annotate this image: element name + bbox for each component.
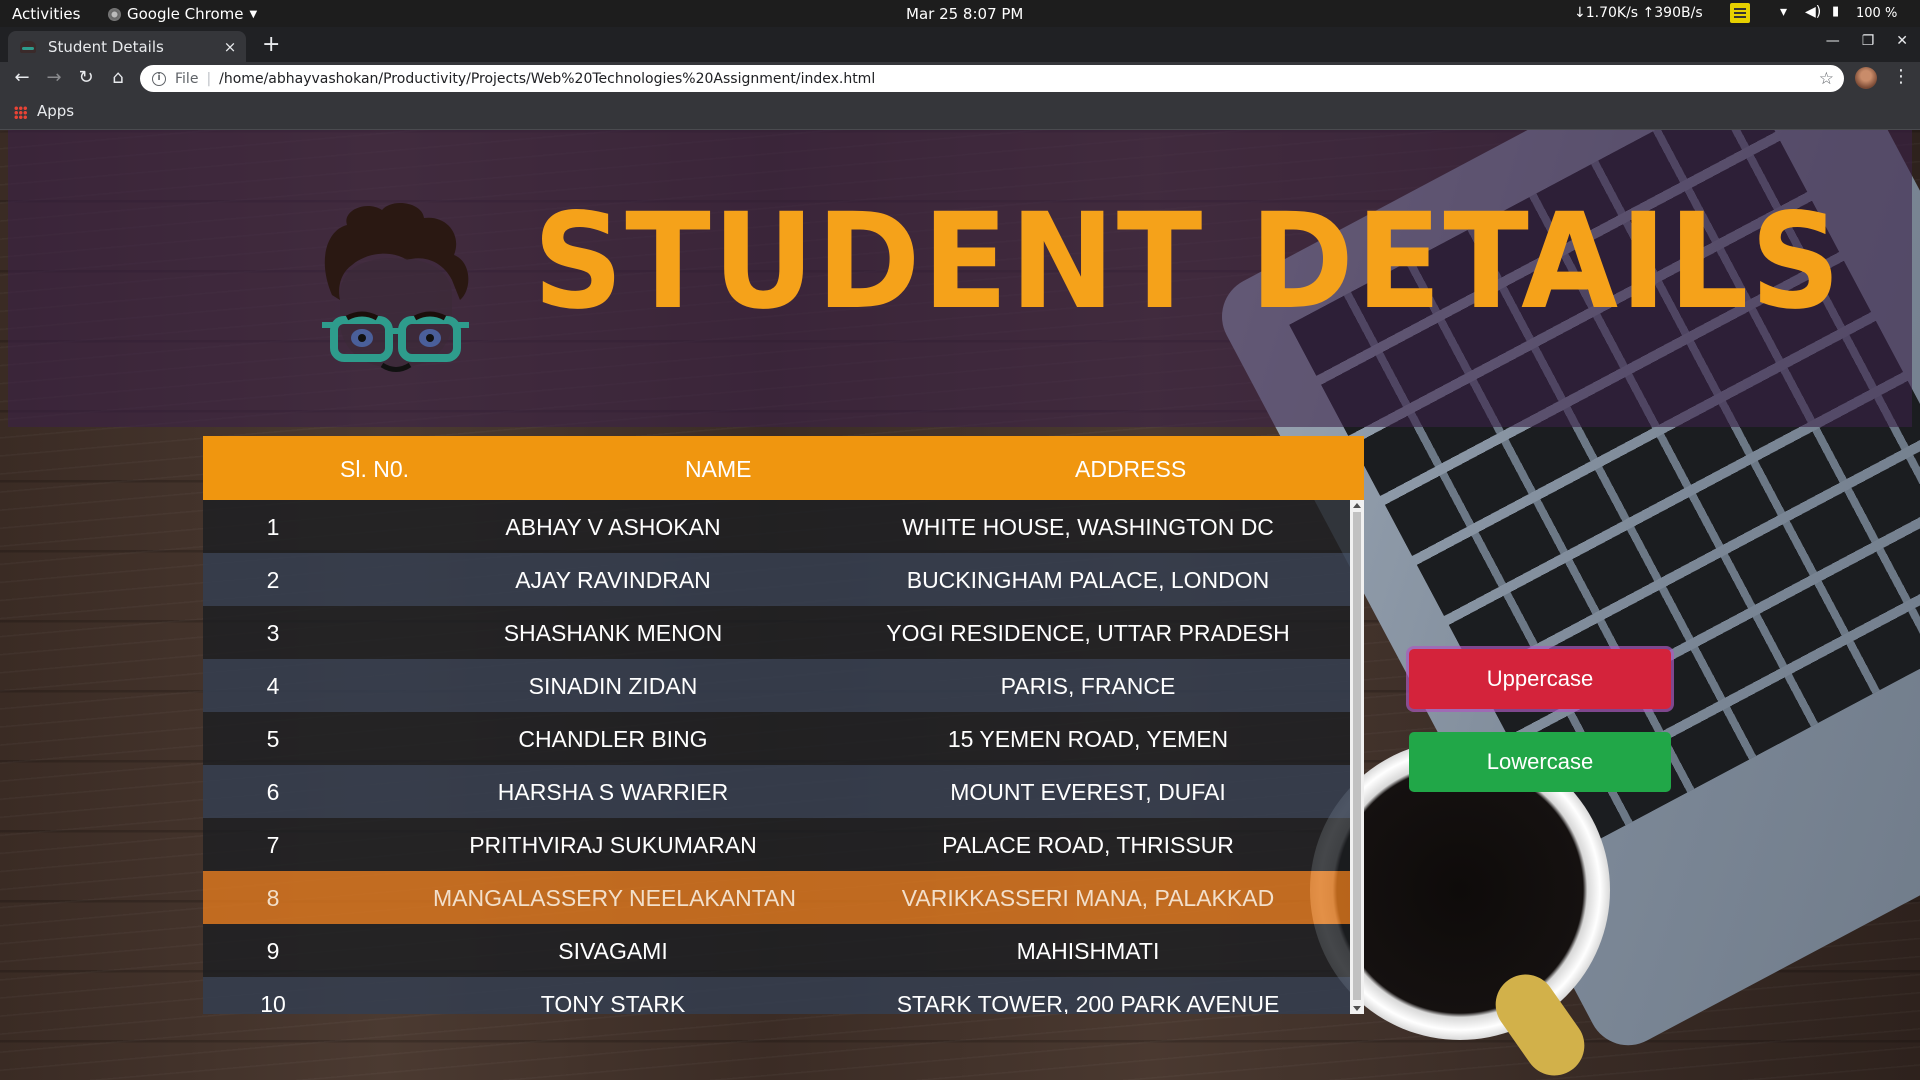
cell-sl-no: 1 <box>266 514 280 540</box>
cell-name: AJAY RAVINDRAN <box>515 567 711 593</box>
table-row[interactable]: 1 ABHAY V ASHOKAN WHITE HOUSE, WASHINGTO… <box>203 500 1350 553</box>
cell-name: HARSHA S WARRIER <box>497 779 729 805</box>
table-scrollbar[interactable] <box>1350 500 1364 1014</box>
table-row-highlighted[interactable]: 8 MANGALASSERY NEELAKANTAN VARIKKASSERI … <box>203 871 1350 924</box>
nerd-mascot-logo <box>322 203 469 372</box>
cell-name: CHANDLER BING <box>518 726 708 752</box>
cell-sl-no: 7 <box>266 832 280 858</box>
home-icon[interactable]: ⌂ <box>106 67 130 88</box>
volume-icon[interactable]: ◀) <box>1805 4 1821 20</box>
cell-address: 15 YEMEN ROAD, YEMEN <box>947 726 1229 752</box>
table-row[interactable]: 9 SIVAGAMI MAHISHMATI <box>203 924 1350 977</box>
student-table: Sl. N0. NAME ADDRESS 1 ABHAY V ASHOKAN W… <box>203 436 1364 1014</box>
column-header-sl-no: Sl. N0. <box>340 456 410 482</box>
table-row[interactable]: 3 SHASHANK MENON YOGI RESIDENCE, UTTAR P… <box>203 606 1350 659</box>
network-speed: ↓1.70K/s ↑390B/s <box>1574 5 1703 21</box>
scrollbar-thumb[interactable] <box>1353 512 1361 1000</box>
reload-icon[interactable]: ↻ <box>74 67 98 88</box>
url-text[interactable]: /home/abhayvashokan/Productivity/Project… <box>219 71 1819 87</box>
table-row[interactable]: 2 AJAY RAVINDRAN BUCKINGHAM PALACE, LOND… <box>203 553 1350 606</box>
header-banner: STUDENT DETAILS <box>8 130 1912 427</box>
cell-address: WHITE HOUSE, WASHINGTON DC <box>902 514 1274 540</box>
url-scheme-label: File <box>175 70 199 87</box>
cell-sl-no: 2 <box>266 567 280 593</box>
cell-address: BUCKINGHAM PALACE, LONDON <box>906 567 1270 593</box>
wifi-icon[interactable]: ▾ <box>1780 4 1787 20</box>
cell-sl-no: 10 <box>260 991 286 1014</box>
battery-percentage: 100 % <box>1856 6 1898 21</box>
page-title: STUDENT DETAILS <box>533 185 1843 339</box>
uppercase-button[interactable]: Uppercase <box>1409 649 1671 709</box>
avatar[interactable] <box>1855 67 1877 89</box>
battery-icon[interactable]: ▮ <box>1832 4 1839 19</box>
restore-icon[interactable]: ❐ <box>1862 33 1875 49</box>
cell-sl-no: 9 <box>266 938 280 964</box>
apps-grid-icon[interactable] <box>14 106 27 119</box>
cell-sl-no: 6 <box>266 779 280 805</box>
page-viewport: STUDENT DETAILS Sl. N0. NAME ADDRESS 1 A… <box>0 130 1920 1080</box>
cell-address: STARK TOWER, 200 PARK AVENUE <box>896 991 1280 1014</box>
table-row[interactable]: 10 TONY STARK STARK TOWER, 200 PARK AVEN… <box>203 977 1350 1014</box>
table-row[interactable]: 7 PRITHVIRAJ SUKUMARAN PALACE ROAD, THRI… <box>203 818 1350 871</box>
lowercase-button[interactable]: Lowercase <box>1409 732 1671 792</box>
caret-down-icon: ▼ <box>249 8 258 20</box>
cell-name: PRITHVIRAJ SUKUMARAN <box>469 832 757 858</box>
cell-sl-no: 5 <box>266 726 280 752</box>
cell-sl-no: 8 <box>266 885 280 911</box>
tab-title: Student Details <box>48 37 164 56</box>
cell-name: SINADIN ZIDAN <box>528 673 698 699</box>
clock[interactable]: Mar 25 8:07 PM <box>906 5 1023 23</box>
column-header-name: NAME <box>685 456 752 482</box>
cell-address: MOUNT EVEREST, DUFAI <box>950 779 1226 805</box>
cell-address: YOGI RESIDENCE, UTTAR PRADESH <box>886 620 1290 646</box>
minimize-icon[interactable]: — <box>1826 33 1840 49</box>
bookmarks-bar: Apps <box>0 95 1920 130</box>
notes-indicator-icon[interactable] <box>1730 3 1750 23</box>
system-top-bar: Activities Google Chrome ▼ Mar 25 8:07 P… <box>0 0 1920 27</box>
close-window-icon[interactable]: ✕ <box>1896 33 1908 49</box>
cell-name: SIVAGAMI <box>558 938 668 964</box>
back-arrow-icon[interactable]: ← <box>10 67 34 88</box>
column-header-address: ADDRESS <box>1075 456 1187 482</box>
table-row[interactable]: 6 HARSHA S WARRIER MOUNT EVEREST, DUFAI <box>203 765 1350 818</box>
address-bar[interactable]: i File | /home/abhayvashokan/Productivit… <box>140 65 1844 92</box>
more-menu-icon[interactable]: ⋮ <box>1892 66 1910 87</box>
app-menu[interactable]: Google Chrome ▼ <box>108 5 257 23</box>
close-icon[interactable]: × <box>218 38 242 56</box>
cell-address: PARIS, FRANCE <box>1000 673 1176 699</box>
cell-address: PALACE ROAD, THRISSUR <box>942 832 1234 858</box>
cell-name: TONY STARK <box>540 991 686 1014</box>
app-menu-label: Google Chrome <box>127 5 244 23</box>
table-row[interactable]: 5 CHANDLER BING 15 YEMEN ROAD, YEMEN <box>203 712 1350 765</box>
forward-arrow-icon[interactable]: → <box>42 67 66 88</box>
cell-name: SHASHANK MENON <box>503 620 723 646</box>
cell-address: VARIKKASSERI MANA, PALAKKAD <box>901 885 1275 911</box>
table-row[interactable]: 4 SINADIN ZIDAN PARIS, FRANCE <box>203 659 1350 712</box>
cell-sl-no: 4 <box>266 673 280 699</box>
cell-name: ABHAY V ASHOKAN <box>505 514 721 540</box>
activities-button[interactable]: Activities <box>12 5 80 23</box>
new-tab-button[interactable]: + <box>262 32 280 57</box>
cell-sl-no: 3 <box>266 620 280 646</box>
tab-student-details[interactable]: Student Details × <box>8 31 246 62</box>
bookmark-apps[interactable]: Apps <box>37 102 74 120</box>
cell-name: MANGALASSERY NEELAKANTAN <box>433 885 797 911</box>
window-controls: — ❐ ✕ <box>1826 33 1908 49</box>
star-icon[interactable]: ☆ <box>1819 69 1834 89</box>
chrome-icon <box>108 7 121 21</box>
cell-address: MAHISHMATI <box>1016 938 1160 964</box>
scroll-up-arrow-icon[interactable] <box>1353 503 1361 508</box>
mascot-favicon-icon <box>20 40 36 53</box>
tab-strip: Student Details × + — ❐ ✕ <box>0 27 1920 62</box>
url-separator: | <box>206 70 212 87</box>
scroll-down-arrow-icon[interactable] <box>1353 1006 1361 1011</box>
table-header-row: Sl. N0. NAME ADDRESS <box>203 436 1364 500</box>
info-icon[interactable]: i <box>152 71 166 86</box>
table-body[interactable]: 1 ABHAY V ASHOKAN WHITE HOUSE, WASHINGTO… <box>203 500 1350 1014</box>
browser-toolbar: ← → ↻ ⌂ i File | /home/abhayvashokan/Pro… <box>0 62 1920 95</box>
